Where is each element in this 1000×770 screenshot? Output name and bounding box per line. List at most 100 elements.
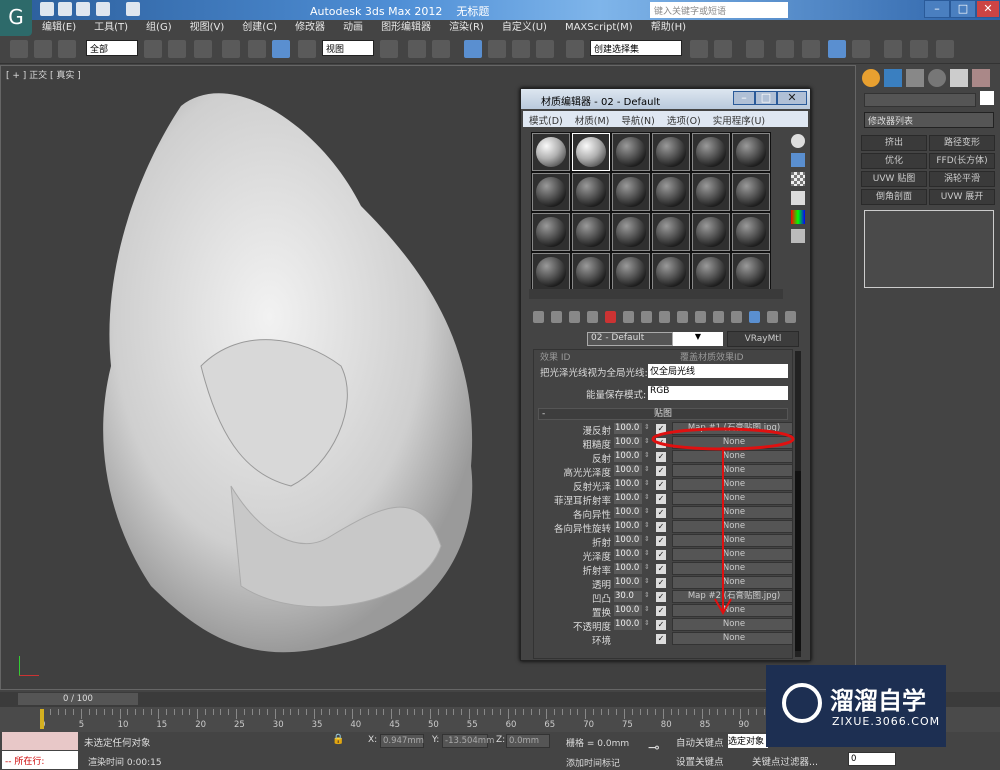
- toolbar-tool-icon[interactable]: [802, 40, 820, 58]
- current-frame-field[interactable]: 0: [848, 752, 896, 766]
- menu-item[interactable]: 帮助(H): [651, 20, 686, 35]
- modifier-button[interactable]: 倒角剖面: [861, 189, 927, 205]
- timeline-tick: [592, 709, 594, 715]
- toolbar-tool-icon[interactable]: [746, 40, 764, 58]
- menu-item[interactable]: 修改器: [295, 20, 325, 35]
- current-frame-marker[interactable]: [40, 709, 44, 729]
- toolbar-tool-icon[interactable]: [10, 40, 28, 58]
- timeline-tick-label: 35: [311, 720, 323, 730]
- toolbar-tool-icon[interactable]: [910, 40, 928, 58]
- timeline-tick: [367, 709, 369, 715]
- y-coord-field[interactable]: -13.504mm: [442, 734, 494, 748]
- object-color-swatch[interactable]: [980, 91, 994, 105]
- modifier-list-dropdown[interactable]: 修改器列表: [864, 112, 994, 128]
- undo-icon[interactable]: [96, 2, 110, 16]
- toolbar-tool-icon[interactable]: [566, 40, 584, 58]
- script-line-field[interactable]: -- 所在行:: [2, 751, 78, 769]
- menu-item[interactable]: MAXScript(M): [565, 20, 633, 35]
- close-button[interactable]: ✕: [976, 0, 1000, 18]
- toolbar-tool-icon[interactable]: [144, 40, 162, 58]
- named-selection-dropdown[interactable]: 创建选择集: [590, 40, 682, 56]
- modifier-button[interactable]: FFD(长方体): [929, 153, 995, 169]
- timeline-tick: [104, 709, 106, 715]
- object-name-field[interactable]: [864, 93, 976, 107]
- new-file-icon[interactable]: [40, 2, 54, 16]
- viewport-label[interactable]: [ + ] 正交 [ 真实 ]: [6, 68, 81, 81]
- reference-coord-dropdown[interactable]: 视图: [322, 40, 374, 56]
- toolbar-tool-icon[interactable]: [464, 40, 482, 58]
- toolbar-tool-icon[interactable]: [776, 40, 794, 58]
- menu-item[interactable]: 视图(V): [190, 20, 225, 35]
- toolbar-tool-icon[interactable]: [828, 40, 846, 58]
- selection-filter-dropdown[interactable]: 全部: [86, 40, 138, 56]
- timeline-tick: [414, 709, 416, 715]
- auto-key-button[interactable]: 自动关键点: [676, 735, 724, 749]
- key-icon[interactable]: ⊸: [648, 740, 660, 756]
- open-file-icon[interactable]: [58, 2, 72, 16]
- modifier-button[interactable]: 路径变形: [929, 135, 995, 151]
- modifier-button[interactable]: UVW 展开: [929, 189, 995, 205]
- toolbar-tool-icon[interactable]: [512, 40, 530, 58]
- timeline-tick-label: 15: [156, 720, 168, 730]
- toolbar-tool-icon[interactable]: [168, 40, 186, 58]
- z-coord-field[interactable]: 0.0mm: [506, 734, 550, 748]
- menu-item[interactable]: 编辑(E): [42, 20, 76, 35]
- timeline-tick: [189, 709, 191, 715]
- modifier-button[interactable]: 优化: [861, 153, 927, 169]
- menu-item[interactable]: 组(G): [146, 20, 172, 35]
- menu-item[interactable]: 创建(C): [242, 20, 277, 35]
- toolbar-tool-icon[interactable]: [194, 40, 212, 58]
- selection-status: 未选定任何对象: [84, 738, 151, 749]
- toolbar-tool-icon[interactable]: [690, 40, 708, 58]
- x-coord-field[interactable]: 0.947mm: [380, 734, 424, 748]
- toolbar-tool-icon[interactable]: [222, 40, 240, 58]
- toolbar-tool-icon[interactable]: [852, 40, 870, 58]
- save-icon[interactable]: [76, 2, 90, 16]
- toolbar-tool-icon[interactable]: [380, 40, 398, 58]
- add-time-tag-button[interactable]: 添加时间标记: [566, 756, 620, 769]
- toolbar-tool-icon[interactable]: [488, 40, 506, 58]
- key-filters-button[interactable]: 关键点过滤器...: [752, 754, 818, 768]
- redo-icon[interactable]: [126, 2, 140, 16]
- toolbar-tool-icon[interactable]: [884, 40, 902, 58]
- modifier-button[interactable]: 挤出: [861, 135, 927, 151]
- display-tab-icon[interactable]: [950, 69, 968, 87]
- menu-item[interactable]: 渲染(R): [449, 20, 484, 35]
- menu-item[interactable]: 自定义(U): [502, 20, 547, 35]
- create-tab-icon[interactable]: [862, 69, 880, 87]
- toolbar-tool-icon[interactable]: [536, 40, 554, 58]
- toolbar-tool-icon[interactable]: [936, 40, 954, 58]
- timeline-tick: [173, 709, 175, 715]
- maxscript-listener[interactable]: [2, 732, 78, 750]
- motion-tab-icon[interactable]: [928, 69, 946, 87]
- toolbar-tool-icon[interactable]: [272, 40, 290, 58]
- minimize-button[interactable]: –: [924, 0, 950, 18]
- modifier-button[interactable]: UVW 贴图: [861, 171, 927, 187]
- menu-item[interactable]: 动画: [343, 20, 363, 35]
- timeline-tick: [577, 709, 579, 715]
- maximize-button[interactable]: □: [950, 0, 976, 18]
- lock-icon[interactable]: 🔒: [332, 734, 344, 746]
- toolbar-tool-icon[interactable]: [34, 40, 52, 58]
- app-logo-button[interactable]: G: [0, 0, 32, 36]
- modify-tab-icon[interactable]: [884, 69, 902, 87]
- toolbar-tool-icon[interactable]: [432, 40, 450, 58]
- toolbar-tool-icon[interactable]: [58, 40, 76, 58]
- toolbar-tool-icon[interactable]: [248, 40, 266, 58]
- toolbar-tool-icon[interactable]: [714, 40, 732, 58]
- hierarchy-tab-icon[interactable]: [906, 69, 924, 87]
- timeline-tick: [445, 709, 447, 715]
- toolbar-tool-icon[interactable]: [298, 40, 316, 58]
- menu-item[interactable]: 图形编辑器: [381, 20, 431, 35]
- timeline-tick: [686, 709, 688, 715]
- search-input[interactable]: 键入关键字或短语: [650, 2, 788, 18]
- timeline-tick-label: 5: [78, 720, 85, 730]
- modifier-stack[interactable]: [864, 210, 994, 288]
- modifier-button[interactable]: 涡轮平滑: [929, 171, 995, 187]
- utilities-tab-icon[interactable]: [972, 69, 990, 87]
- toolbar-tool-icon[interactable]: [408, 40, 426, 58]
- key-mode-dropdown[interactable]: 选定对象: [728, 734, 768, 748]
- set-key-button[interactable]: 设置关键点: [676, 754, 724, 768]
- menu-item[interactable]: 工具(T): [94, 20, 128, 35]
- time-slider-thumb[interactable]: 0 / 100: [18, 693, 138, 705]
